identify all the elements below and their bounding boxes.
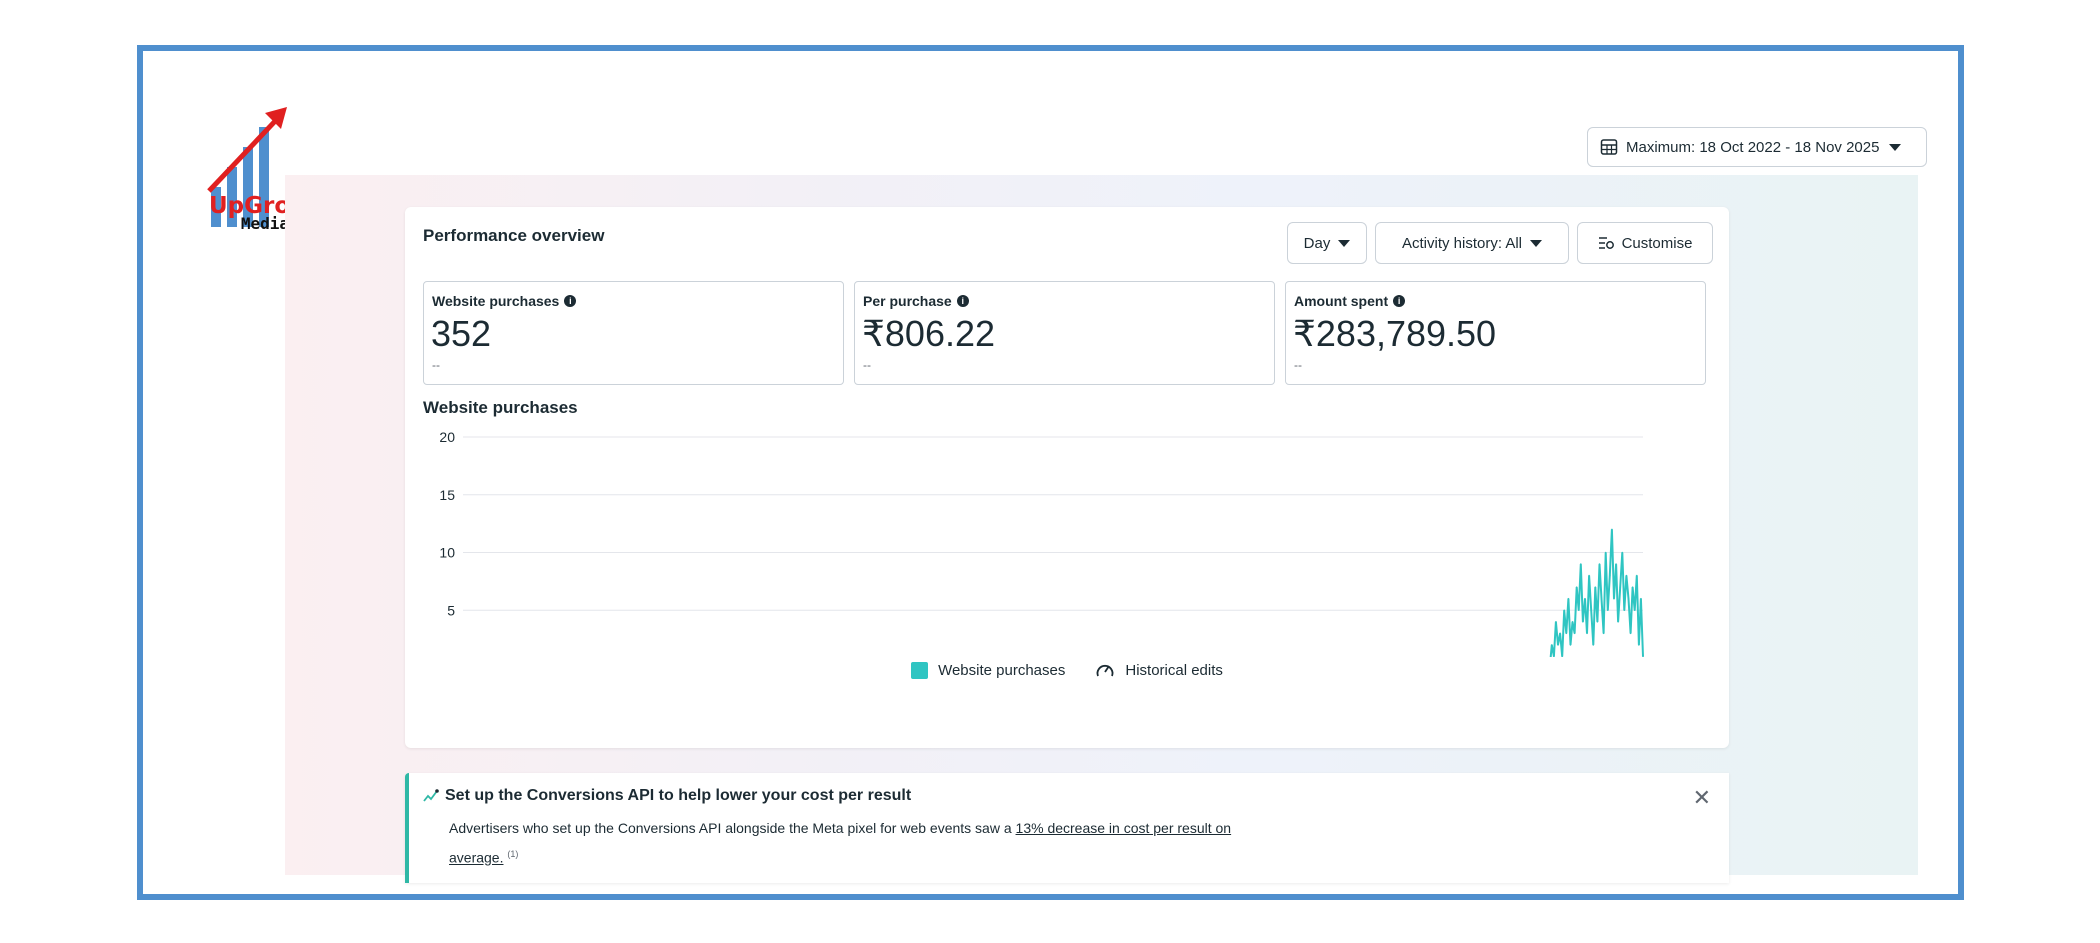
data-point [1613, 597, 1615, 600]
legend-label: Historical edits [1125, 661, 1223, 679]
date-range-label: Maximum: 18 Oct 2022 - 18 Nov 2025 [1626, 138, 1880, 156]
metric-comparison: -- [432, 358, 440, 372]
performance-overview-card: Performance overview Day Activity histor… [405, 207, 1729, 748]
data-point [1617, 621, 1619, 623]
metric-website-purchases[interactable]: Website purchases i 352 -- [423, 281, 844, 385]
data-point [1586, 632, 1588, 635]
data-point [1625, 574, 1628, 577]
info-icon[interactable]: i [1393, 295, 1406, 307]
data-point [1638, 644, 1640, 646]
data-point [1635, 574, 1638, 577]
granularity-label: Day [1303, 234, 1331, 252]
customise-button[interactable]: Customise [1577, 222, 1713, 264]
spark-trend-icon [423, 789, 439, 802]
series-line [1549, 529, 1644, 657]
metric-label: Amount spent i [1294, 293, 1406, 309]
data-point [1565, 632, 1568, 635]
close-icon[interactable]: ✕ [1693, 785, 1711, 811]
data-point [1615, 563, 1617, 565]
legend-swatch [911, 661, 929, 679]
data-point [1577, 609, 1580, 612]
data-point [1604, 551, 1607, 554]
metric-per-purchase[interactable]: Per purchase i ₹806.22 -- [854, 281, 1275, 385]
customise-columns-icon [1598, 237, 1614, 249]
data-point [1631, 586, 1634, 588]
data-point [1567, 597, 1570, 600]
y-tick-label: 5 [447, 602, 455, 618]
data-point [1573, 632, 1576, 635]
data-point [1611, 528, 1613, 531]
data-point [1609, 574, 1611, 577]
data-point [1623, 609, 1626, 612]
data-point [1621, 551, 1624, 554]
metric-label-text: Amount spent [1294, 293, 1389, 309]
info-icon[interactable]: i [564, 295, 577, 307]
chevron-down-icon [1889, 143, 1902, 151]
metric-label-text: Per purchase [863, 293, 952, 309]
website-purchases-chart: 0510152018 Oct 202227 Jul 20234 May 2024… [439, 429, 1644, 657]
banner-footnote-ref[interactable]: (1) [507, 849, 518, 859]
chevron-down-icon [1338, 239, 1351, 247]
historical-edits-gauge-icon [1096, 664, 1114, 677]
metric-value: 352 [431, 313, 492, 354]
data-point [1588, 574, 1590, 577]
customise-label: Customise [1621, 234, 1693, 252]
granularity-dropdown[interactable]: Day [1287, 222, 1367, 264]
data-point [1584, 597, 1586, 600]
chart-legend: Website purchases Historical edits [405, 661, 1729, 679]
y-tick-label: 10 [439, 545, 455, 561]
data-point [1596, 621, 1599, 623]
data-point [1555, 621, 1557, 623]
calendar-table-icon [1600, 139, 1618, 155]
data-point [1602, 632, 1605, 635]
data-point [1606, 609, 1609, 612]
banner-body: Advertisers who set up the Conversions A… [449, 815, 1269, 871]
data-point [1598, 563, 1601, 565]
activity-history-label: Activity history: All [1401, 234, 1523, 252]
data-point [1590, 609, 1592, 612]
data-point [1627, 597, 1630, 600]
data-point [1557, 644, 1559, 646]
data-point [1569, 644, 1572, 646]
performance-title: Performance overview [423, 226, 605, 245]
y-tick-label: 20 [439, 429, 455, 445]
metric-label: Per purchase i [863, 293, 969, 309]
metric-amount-spent[interactable]: Amount spent i ₹283,789.50 -- [1285, 281, 1706, 385]
screenshot-frame: UpGro Media Maximum: 18 Oct 2022 - 18 No… [137, 45, 1964, 900]
data-point [1563, 609, 1566, 612]
data-point [1600, 597, 1603, 600]
data-point [1580, 563, 1582, 565]
data-point [1571, 621, 1574, 623]
data-point [1633, 609, 1636, 612]
metric-label-text: Website purchases [432, 293, 560, 309]
date-range-button[interactable]: Maximum: 18 Oct 2022 - 18 Nov 2025 [1587, 127, 1927, 167]
banner-body-text: Advertisers who set up the Conversions A… [449, 820, 1016, 836]
data-point [1550, 644, 1553, 646]
banner-title: Set up the Conversions API to help lower… [445, 787, 912, 804]
conversions-api-banner: Set up the Conversions API to help lower… [405, 773, 1729, 883]
data-point [1582, 621, 1584, 623]
legend-label: Website purchases [938, 661, 1066, 679]
y-tick-label: 15 [439, 487, 455, 503]
logo-wordmark: UpGro Media [209, 195, 290, 232]
metric-value: ₹806.22 [862, 313, 996, 354]
activity-history-dropdown[interactable]: Activity history: All [1375, 222, 1569, 264]
metric-comparison: -- [1294, 358, 1302, 372]
metric-label: Website purchases i [432, 293, 577, 309]
metric-value: ₹283,789.50 [1293, 313, 1497, 354]
legend-item-website-purchases[interactable]: Website purchases [911, 661, 1065, 679]
legend-item-historical-edits[interactable]: Historical edits [1095, 661, 1223, 679]
data-point [1619, 586, 1621, 588]
chart-title: Website purchases [423, 398, 578, 417]
data-point [1575, 586, 1578, 588]
data-point [1559, 632, 1561, 635]
data-point [1594, 586, 1597, 588]
data-point [1640, 597, 1642, 600]
data-point [1592, 644, 1595, 646]
metric-comparison: -- [863, 358, 871, 372]
info-icon[interactable]: i [956, 295, 969, 307]
data-point [1629, 632, 1632, 635]
chevron-down-icon [1530, 239, 1543, 247]
